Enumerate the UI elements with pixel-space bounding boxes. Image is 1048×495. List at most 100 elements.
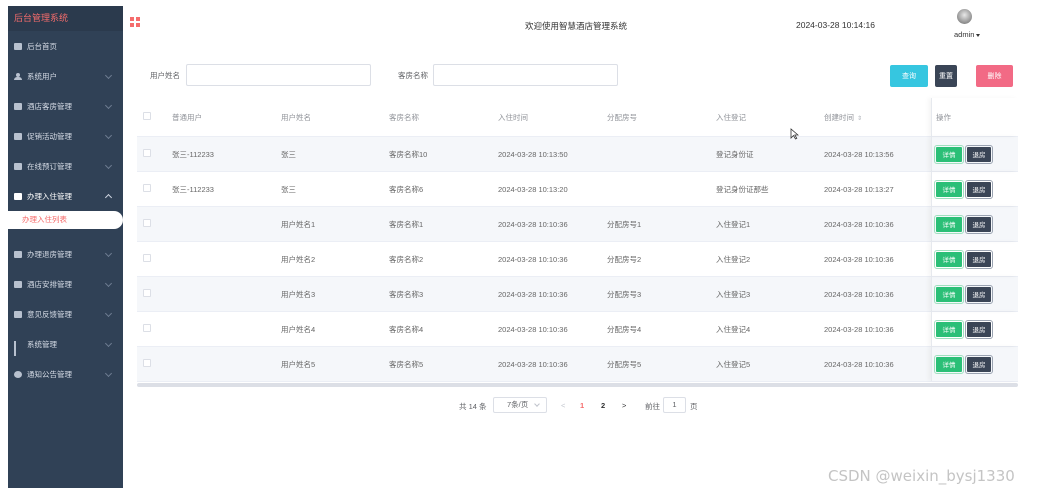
checkout-button[interactable]: 退房: [965, 354, 993, 374]
table-cell: 张三: [281, 149, 296, 159]
user-menu[interactable]: admin: [954, 30, 981, 39]
table-cell: 用户姓名1: [281, 219, 316, 229]
page-size-value: 7条/页: [507, 400, 529, 409]
home-icon: [14, 42, 22, 50]
user-icon: [14, 72, 22, 80]
sidebar-item-checkout[interactable]: 办理退房管理: [8, 239, 123, 269]
avatar[interactable]: [957, 9, 972, 24]
info-icon: [14, 370, 22, 378]
menu-toggle-icon[interactable]: [130, 17, 140, 27]
goto-label: 前往: [645, 402, 660, 411]
detail-button[interactable]: 详情: [934, 249, 964, 269]
chevron-down-icon: [104, 161, 113, 170]
chevron-down-icon: [104, 101, 113, 110]
sidebar-title: 后台管理系统: [8, 6, 123, 31]
table-row: 用户姓名1 客房名称1 2024-03-28 10:10:36 分配房号1 入住登记1 2…: [137, 207, 1018, 242]
sidebar-item-label: 系统用户: [27, 71, 57, 81]
checkout-button[interactable]: 退房: [965, 214, 993, 234]
sidebar-item-label: 后台首页: [27, 41, 57, 51]
table-row: 张三-112233 张三 客房名称6 2024-03-28 10:13:20 登记身份证…: [137, 172, 1018, 207]
sidebar-item-promotions[interactable]: 促销活动管理: [8, 121, 123, 151]
detail-button[interactable]: 详情: [934, 284, 964, 304]
table-cell: 分配房号5: [607, 359, 642, 369]
table-row: 张三-112233 张三 客房名称10 2024-03-28 10:13:50 登记身份…: [137, 137, 1018, 172]
row-checkbox[interactable]: [143, 324, 151, 332]
search-button[interactable]: 查询: [890, 65, 928, 87]
sidebar-item-bookings[interactable]: 在线预订管理: [8, 151, 123, 181]
grid-icon: [14, 132, 22, 140]
chevron-down-icon: [104, 131, 113, 140]
page-button-1[interactable]: 1: [580, 401, 584, 410]
sidebar-item-home[interactable]: 后台首页: [8, 31, 123, 61]
table-cell: 登记身份证: [716, 149, 754, 159]
table-cell: 2024-03-28 10:13:27: [824, 184, 894, 194]
detail-button[interactable]: 详情: [934, 319, 964, 339]
checkout-button[interactable]: 退房: [965, 179, 993, 199]
detail-button[interactable]: 详情: [934, 179, 964, 199]
sidebar-subitem-checkin-list[interactable]: 办理入住列表: [8, 211, 123, 229]
column-header-sortable[interactable]: 创建时间 ⇕: [824, 112, 931, 123]
checkout-button[interactable]: 退房: [965, 319, 993, 339]
delete-button[interactable]: 删除: [976, 65, 1013, 87]
table-cell: 分配房号2: [607, 254, 642, 264]
table-cell: 2024-03-28 10:10:36: [498, 324, 568, 334]
column-header: 用户姓名: [281, 112, 311, 122]
room-input[interactable]: [433, 64, 618, 86]
table-cell: 客房名称1: [389, 219, 424, 229]
detail-button[interactable]: 详情: [934, 144, 964, 164]
column-header-label: 创建时间: [824, 112, 854, 122]
row-checkbox[interactable]: [143, 219, 151, 227]
table-cell: 入住登记1: [716, 219, 751, 229]
table-cell: 2024-03-28 10:10:36: [498, 359, 568, 369]
checkout-button[interactable]: 退房: [965, 284, 993, 304]
sidebar-item-rooms[interactable]: 酒店客房管理: [8, 91, 123, 121]
checkout-button[interactable]: 退房: [965, 249, 993, 269]
checkin-table: 普通用户 用户姓名 客房名称 入住时间 分配房号 入住登记 创建时间 ⇕ 操作 张…: [137, 98, 1018, 382]
sidebar: 后台管理系统 后台首页 系统用户 酒店客房管理 促销活动管理 在线预订管理 办理…: [8, 6, 123, 488]
select-all-checkbox[interactable]: [143, 112, 151, 120]
row-checkbox[interactable]: [143, 149, 151, 157]
row-checkbox[interactable]: [143, 359, 151, 367]
sidebar-item-feedback[interactable]: 意见反馈管理: [8, 299, 123, 329]
sort-icon[interactable]: ⇕: [857, 115, 862, 122]
username-input[interactable]: [186, 64, 371, 86]
goto-page-input[interactable]: 1: [663, 397, 686, 413]
sidebar-item-checkin[interactable]: 办理入住管理: [8, 181, 123, 211]
sidebar-item-system-users[interactable]: 系统用户: [8, 61, 123, 91]
table-cell: 张三-112233: [172, 149, 214, 159]
table-cell: 客房名称6: [389, 184, 424, 194]
column-header: 分配房号: [607, 112, 637, 122]
sidebar-item-system[interactable]: 系统管理: [8, 329, 123, 359]
grid-icon: [14, 280, 22, 288]
watermark: CSDN @weixin_bysj1330: [828, 467, 1015, 485]
prev-page-button[interactable]: <: [561, 401, 565, 410]
header-title: 欢迎使用智慧酒店管理系统: [525, 21, 628, 31]
detail-button[interactable]: 详情: [934, 214, 964, 234]
table-cell: 2024-03-28 10:10:36: [498, 254, 568, 264]
row-checkbox[interactable]: [143, 184, 151, 192]
row-checkbox[interactable]: [143, 289, 151, 297]
page-button-2[interactable]: 2: [601, 401, 605, 410]
table-cell: 入住登记3: [716, 289, 751, 299]
sidebar-item-arrangements[interactable]: 酒店安排管理: [8, 269, 123, 299]
table-cell: 用户姓名5: [281, 359, 316, 369]
chevron-down-icon: [104, 309, 113, 318]
horizontal-scrollbar[interactable]: [137, 383, 1018, 387]
table-cell: 客房名称3: [389, 289, 424, 299]
sidebar-item-label: 意见反馈管理: [27, 309, 72, 319]
table-cell: 分配房号4: [607, 324, 642, 334]
checkout-button[interactable]: 退房: [965, 144, 993, 164]
next-page-button[interactable]: >: [622, 401, 626, 410]
sidebar-item-label: 促销活动管理: [27, 131, 72, 141]
main-content: 欢迎使用智慧酒店管理系统 2024-03-28 10:14:16 admin 用…: [123, 6, 1035, 488]
detail-button[interactable]: 详情: [934, 354, 964, 374]
table-cell: 2024-03-28 10:13:20: [498, 184, 568, 194]
reset-button[interactable]: 重置: [935, 65, 957, 87]
username-label: 用户姓名: [150, 71, 180, 80]
header-datetime: 2024-03-28 10:14:16: [796, 20, 875, 30]
grid-icon: [14, 310, 22, 318]
page-size-select[interactable]: 7条/页: [493, 397, 547, 413]
sidebar-item-label: 系统管理: [27, 339, 57, 349]
row-checkbox[interactable]: [143, 254, 151, 262]
sidebar-item-notices[interactable]: 通知公告管理: [8, 359, 123, 389]
